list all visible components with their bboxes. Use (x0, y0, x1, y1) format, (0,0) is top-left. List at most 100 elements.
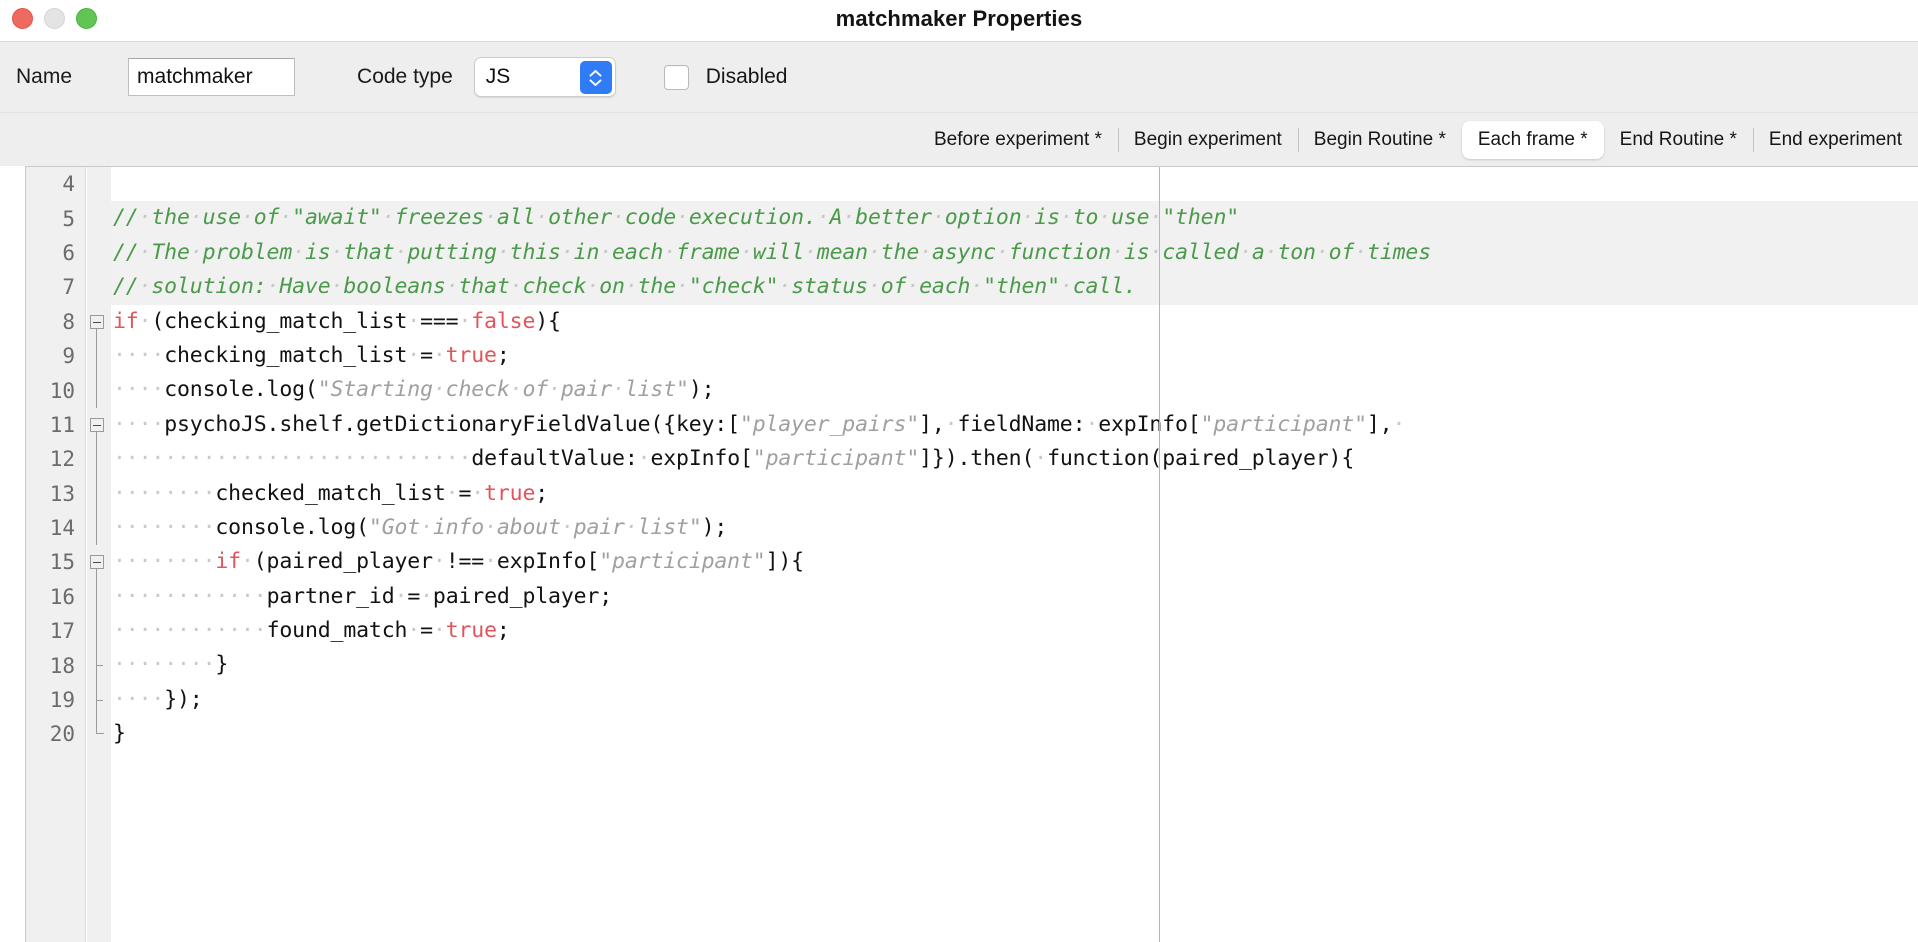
line-number: 8 (62, 309, 75, 334)
fold-guide-line (96, 328, 97, 339)
fold-guide-line (96, 569, 97, 580)
code-line-text: ····checking_match_list·=·true; (111, 339, 1918, 373)
code-line[interactable]: 9 ····checking_match_list·=·true; (26, 338, 1918, 374)
token-plain: ············partner_id·=·paired_player; (113, 583, 613, 609)
disabled-checkbox[interactable] (663, 64, 689, 90)
token-plain: ; (496, 618, 510, 644)
fold-marker[interactable] (86, 545, 111, 580)
line-number: 17 (49, 619, 75, 644)
token-str: "participant" (599, 549, 766, 575)
fold-guide-line (96, 614, 97, 649)
code-line[interactable]: 4 (26, 167, 1918, 201)
code-line[interactable]: 6 //·The·problem·is·that·putting·this·in·… (26, 235, 1918, 271)
fold-marker (86, 270, 111, 304)
fold-marker (86, 579, 111, 615)
properties-form-bar: Name Code type JS Disabled (0, 42, 1918, 113)
token-kw: if (215, 549, 241, 575)
token-plain: ····························defaultValue… (113, 446, 753, 472)
fold-marker (86, 442, 111, 477)
fold-marker (86, 373, 111, 408)
code-line[interactable]: 7 //·solution:·Have·booleans·that·check·o… (26, 270, 1918, 305)
code-line[interactable]: 17 ············found_match·=·true; (26, 614, 1918, 649)
properties-dialog: matchmaker Properties Name Code type JS … (0, 0, 1918, 942)
fold-collapse-icon[interactable] (90, 555, 104, 570)
chevron-updown-icon[interactable] (579, 61, 612, 94)
code-line[interactable]: 20} (26, 717, 1918, 751)
fold-guide-line (96, 648, 103, 683)
fold-marker (86, 338, 111, 374)
tab-each-frame[interactable]: Each frame * (1461, 120, 1604, 159)
code-line[interactable]: 15 ········if·(paired_player·!==·expInfo[… (26, 545, 1918, 580)
token-kw: true (484, 480, 536, 506)
code-line[interactable]: 13 ········checked_match_list·=·true; (26, 476, 1918, 511)
token-plain: ); (701, 514, 728, 540)
code-line[interactable]: 18 ········} (26, 648, 1918, 683)
fold-marker[interactable] (86, 305, 111, 339)
fold-marker (86, 682, 111, 718)
token-kw: if (113, 308, 139, 334)
tab-end-experiment[interactable]: End experiment (1752, 121, 1918, 159)
code-line[interactable]: 11 ····psychoJS.shelf.getDictionaryFieldV… (26, 408, 1918, 443)
token-comment: //·The·problem·is·that·putting·this·in·e… (113, 239, 1432, 265)
token-plain: ····checking_match_list·=· (113, 342, 446, 368)
line-number: 12 (49, 447, 75, 472)
line-number: 19 (49, 688, 75, 713)
token-comment: //·solution:·Have·booleans·that·check·on… (113, 274, 1137, 300)
code-editor[interactable]: 4 5 //·the·use·of·"await"·freezes·all·othe… (25, 166, 1918, 942)
code-line[interactable]: 19 ····}); (26, 682, 1918, 718)
token-str: "Starting·check·of·pair·list" (317, 377, 689, 403)
code-line-text: if·(checking_match_list·===·false){ (111, 305, 1918, 339)
fold-guide-line (96, 373, 97, 408)
fold-marker (86, 614, 111, 649)
code-line-text: ········} (111, 648, 1918, 682)
fold-guide-line (96, 338, 97, 374)
tab-label: Each frame * (1477, 128, 1588, 150)
fold-marker[interactable] (86, 408, 111, 443)
disabled-label: Disabled (705, 65, 788, 88)
code-line[interactable]: 5 //·the·use·of·"await"·freezes·all·other… (26, 201, 1918, 236)
token-plain: ]){ (765, 549, 805, 575)
token-str: "participant" (752, 446, 920, 472)
code-type-label: Code type (357, 65, 453, 88)
token-plain: ····psychoJS.shelf.getDictionaryFieldVal… (113, 411, 740, 437)
line-number: 7 (62, 275, 75, 300)
token-plain: ········console.log( (113, 514, 369, 540)
code-type-select[interactable]: JS (473, 57, 616, 97)
code-line[interactable]: 14 ········console.log("Got·info·about·pa… (26, 510, 1918, 546)
code-text-area[interactable]: 4 5 //·the·use·of·"await"·freezes·all·othe… (26, 167, 1918, 752)
token-kw: true (445, 618, 497, 644)
token-plain: ]}).then(·function(paired_player){ (919, 446, 1355, 472)
tab-label: End experiment (1768, 128, 1902, 150)
fold-guide-line (96, 717, 104, 735)
fold-guide-line (96, 476, 97, 511)
line-number: 14 (49, 516, 75, 541)
line-number: 9 (62, 344, 75, 369)
code-line-text: } (111, 717, 1918, 751)
line-number: 4 (62, 172, 75, 197)
code-line[interactable]: 12 ····························defaultVal… (26, 442, 1918, 477)
name-input[interactable] (128, 58, 296, 96)
fold-marker (86, 167, 111, 201)
token-plain: ········ (113, 549, 216, 575)
tab-end-routine[interactable]: End Routine * (1604, 121, 1753, 159)
line-number: 16 (49, 584, 75, 609)
code-line[interactable]: 10 ····console.log("Starting·check·of·pai… (26, 373, 1918, 408)
token-str: "player_pairs" (739, 411, 920, 437)
code-line-text: ········console.log("Got·info·about·pair… (111, 511, 1918, 545)
tab-begin-experiment[interactable]: Begin experiment (1117, 121, 1298, 159)
tab-label: Before experiment * (934, 128, 1102, 150)
code-line[interactable]: 8 if·(checking_match_list·===·false){ (26, 305, 1918, 339)
disabled-checkbox-group[interactable]: Disabled (663, 64, 788, 90)
code-section-tabstrip: Before experiment * Begin experiment Begin… (0, 113, 1918, 166)
fold-collapse-icon[interactable] (90, 314, 104, 329)
tab-before-experiment[interactable]: Before experiment * (918, 121, 1118, 159)
fold-collapse-icon[interactable] (90, 417, 104, 432)
code-line-text: //·The·problem·is·that·putting·this·in·e… (111, 235, 1918, 271)
title-bar: matchmaker Properties (0, 0, 1918, 42)
code-line-text: //·the·use·of·"await"·freezes·all·other·… (111, 201, 1918, 236)
name-label: Name (16, 65, 73, 88)
code-line[interactable]: 16 ············partner_id·=·paired_player… (26, 579, 1918, 615)
token-kw: true (445, 342, 497, 368)
tab-begin-routine[interactable]: Begin Routine * (1297, 121, 1462, 159)
fold-marker (86, 717, 111, 751)
